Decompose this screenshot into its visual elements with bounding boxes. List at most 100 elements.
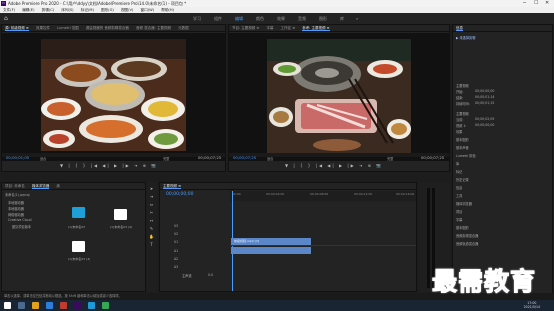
panel-list-item[interactable]: Lumetri 颜色	[456, 153, 476, 158]
type-tool-icon[interactable]: T	[149, 242, 154, 247]
razor-tool-icon[interactable]: ✂	[149, 210, 154, 215]
app-icon[interactable]	[102, 302, 109, 309]
source-current-timecode[interactable]: 00;00;01;05	[6, 155, 29, 160]
track-a3[interactable]: A3	[174, 265, 178, 269]
tab-captions[interactable]: 字幕	[266, 26, 273, 30]
source-transport-buttons[interactable]: ▼ | { } |◀ ◀| ▶ |▶ ⇥ ⊕ 📷	[60, 163, 158, 168]
panel-list-item[interactable]: 音频剪辑混合器	[456, 233, 478, 238]
menu-clip[interactable]: 剪辑(C)	[42, 8, 55, 12]
workspace-tab-editing[interactable]: 编辑	[235, 16, 243, 22]
tree-item-local-drive-2[interactable]: 本地驱动器	[8, 206, 24, 211]
app-icon[interactable]	[60, 302, 67, 309]
program-current-timecode[interactable]: 00;00;07;25	[233, 155, 256, 160]
slip-tool-icon[interactable]: ↔	[149, 218, 154, 223]
panel-list-item[interactable]: 标记	[456, 169, 462, 174]
tab-project[interactable]: 项目: 未命名	[5, 184, 25, 188]
tab-sequence[interactable]: 主要视频 ≡	[163, 184, 182, 189]
timeline-timecode[interactable]: 00;00;00;00	[166, 192, 193, 197]
menu-graphics[interactable]: 图形(G)	[101, 8, 114, 12]
tree-item-network-drive[interactable]: 网络驱动器	[8, 212, 24, 217]
panel-list-item[interactable]: 基本声音	[456, 145, 469, 150]
master-volume[interactable]: 0.0	[208, 273, 213, 277]
maximize-button[interactable]: ☐	[534, 0, 538, 7]
system-clock[interactable]: 17:00 2021/5/14	[524, 301, 540, 309]
panel-list-item[interactable]: 工具	[456, 193, 462, 198]
home-icon[interactable]: ⌂	[4, 15, 8, 22]
audio-clip[interactable]	[231, 247, 311, 254]
app-icon[interactable]	[88, 302, 95, 309]
menu-sequence[interactable]: 序列(S)	[61, 8, 73, 12]
premiere-taskbar-icon[interactable]	[74, 302, 81, 309]
track-v1[interactable]: V1	[174, 240, 178, 244]
info-row-label: 开始:	[456, 90, 464, 94]
tab-audio-mixer[interactable]: 音频 混合器: 主要视频	[136, 26, 171, 30]
workspace-tab-effects[interactable]: 效果	[277, 16, 285, 22]
video-clip[interactable]: 前级视频.mp4 [V]	[231, 238, 311, 245]
tree-item-local-drive[interactable]: 本地驱动器	[8, 200, 24, 205]
workspace-tab-assembly[interactable]: 组件	[214, 16, 222, 22]
info-row-value: 00;00;00;00	[475, 123, 495, 127]
timeline-ruler[interactable]: 00;00 00;00;04;00 00;00;08;00 00;00;12;0…	[230, 191, 416, 201]
minimize-button[interactable]: ─	[523, 0, 526, 7]
panel-list-item[interactable]: 媒体浏览器	[456, 201, 472, 206]
tab-libraries[interactable]: 库	[57, 184, 61, 188]
workspace-tab-graphics[interactable]: 图形	[319, 16, 327, 22]
menu-edit[interactable]: 编辑(E)	[22, 8, 34, 12]
track-select-tool-icon[interactable]: ⇥	[149, 194, 154, 199]
panel-list-item[interactable]: 基本图形	[456, 225, 469, 230]
search-icon[interactable]	[18, 302, 25, 309]
media-thumbnail[interactable]	[114, 209, 127, 220]
info-row-value: 00;00;00;00	[475, 89, 495, 93]
panel-list-item[interactable]: 项目	[456, 209, 462, 214]
tab-media-browser[interactable]: 媒体浏览器	[31, 184, 50, 189]
menu-view[interactable]: 视图(V)	[121, 8, 133, 12]
workspace-tab-color[interactable]: 颜色	[256, 16, 264, 22]
tab-program[interactable]: 节目: 主要视频 ≡	[232, 26, 259, 30]
panel-list-item[interactable]: 信息	[456, 185, 462, 190]
source-monitor-tabs: 源: 前级视频 ≡ 效果控件 Lumetri 范围 源监视器的 音频剪辑混合器 …	[2, 25, 225, 32]
media-thumbnail[interactable]	[72, 241, 85, 252]
tab-audio-clip-mixer[interactable]: 源监视器的 音频剪辑混合器	[86, 26, 129, 30]
tab-reference[interactable]: 参考: 主要视频 ≡	[302, 26, 330, 31]
ripple-edit-tool-icon[interactable]: ⇔	[149, 202, 154, 207]
tab-lumetri-scopes[interactable]: Lumetri 范围	[57, 26, 79, 30]
info-row-label: 结束:	[456, 96, 464, 100]
track-a1[interactable]: A1	[174, 249, 178, 253]
workspace-tab-learn[interactable]: 学习	[193, 16, 201, 22]
panel-list-item[interactable]: 音频轨道混合器	[456, 241, 478, 246]
selection-tool-icon[interactable]: ➤	[149, 186, 154, 191]
no-clip-selected-label: ▶ 未选择剪辑	[456, 36, 476, 40]
workspace-tab-audio[interactable]: 音频	[298, 16, 306, 22]
track-v2[interactable]: V2	[174, 232, 178, 236]
media-thumbnail[interactable]	[72, 207, 85, 218]
browser-icon[interactable]	[46, 302, 53, 309]
file-explorer-icon[interactable]	[32, 302, 39, 309]
menu-help[interactable]: 帮助(H)	[161, 8, 174, 12]
workspace-more-icon[interactable]: »	[356, 16, 358, 21]
panel-list-item[interactable]: 效果	[456, 129, 462, 134]
tab-workspace[interactable]: 工作区 ≡	[281, 26, 296, 30]
tab-effect-controls[interactable]: 效果控件	[36, 26, 50, 30]
menu-file[interactable]: 文件(F)	[3, 8, 15, 12]
track-v3[interactable]: V3	[174, 224, 178, 228]
menu-window[interactable]: 窗口(W)	[141, 8, 155, 12]
close-button[interactable]: ✕	[545, 0, 549, 7]
start-button-icon[interactable]	[4, 302, 11, 309]
hand-tool-icon[interactable]: ✋	[149, 234, 154, 239]
panel-list-item[interactable]: 历史记录	[456, 177, 469, 182]
tab-info[interactable]: 信息	[456, 26, 463, 31]
tab-source[interactable]: 源: 前级视频 ≡	[5, 26, 29, 31]
tree-item-creative-cloud[interactable]: Creative Cloud	[8, 218, 31, 222]
workspace-tab-libraries[interactable]: 库	[340, 16, 344, 22]
menu-marker[interactable]: 标记(M)	[81, 8, 94, 12]
panel-list-item[interactable]: 库	[456, 161, 459, 166]
program-playhead-bar[interactable]	[229, 153, 449, 157]
tree-item-team-projects[interactable]: 团队项目版本	[12, 224, 31, 229]
track-a2[interactable]: A2	[174, 257, 178, 261]
panel-list-item[interactable]: 字幕	[456, 217, 462, 222]
tab-metadata[interactable]: 元数据	[178, 26, 189, 30]
panel-list-item[interactable]: 基本图形	[456, 137, 469, 142]
pen-tool-icon[interactable]: ✎	[149, 226, 154, 231]
source-playhead-bar[interactable]	[2, 153, 225, 157]
program-transport-buttons[interactable]: ▼ | { } |◀ ◀| ▶ |▶ ⇥ ⊕ 📷	[285, 163, 383, 168]
